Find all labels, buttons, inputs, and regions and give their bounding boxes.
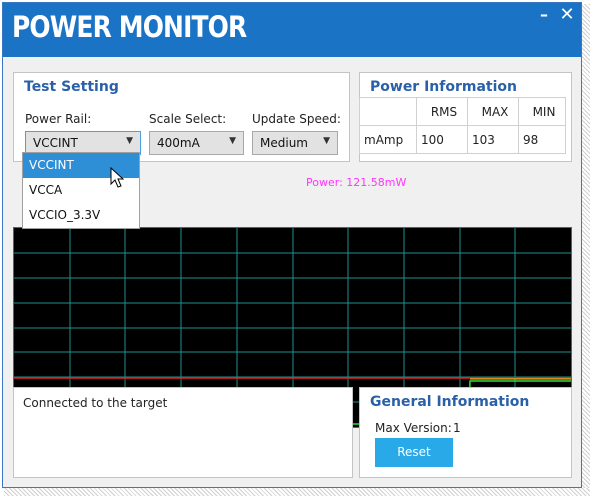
- scale-select-value: 400mA: [157, 136, 200, 150]
- table-cell-rms: 100: [416, 125, 468, 154]
- table-header-cell: [359, 97, 417, 126]
- window-shadow-bottom: [4, 488, 590, 496]
- cursor-arrow-icon: [110, 167, 125, 188]
- window-shadow-right: [582, 4, 590, 490]
- close-button[interactable]: ✕: [557, 5, 577, 25]
- power-rail-dropdown-list: VCCINT VCCA VCCIO_3.3V: [22, 152, 140, 229]
- table-header-row: RMS MAX MIN: [359, 97, 566, 126]
- power-info-table: RMS MAX MIN mAmp 100 103 98: [359, 97, 566, 154]
- chevron-down-icon: ▼: [323, 136, 330, 146]
- table-header-cell: MIN: [518, 97, 566, 126]
- table-cell-unit: mAmp: [359, 125, 417, 154]
- power-readout: Power: 121.58mW: [306, 176, 407, 189]
- test-setting-title: Test Setting: [24, 79, 119, 95]
- chevron-down-icon: ▼: [126, 136, 133, 146]
- max-version-label: Max Version:: [375, 421, 452, 435]
- max-version-value: 1: [453, 421, 461, 435]
- scale-select-label: Scale Select:: [149, 112, 227, 126]
- power-rail-value: VCCINT: [33, 136, 78, 150]
- reset-button[interactable]: Reset: [375, 438, 453, 467]
- general-information-panel: General Information Max Version: 1 Reset: [359, 387, 572, 478]
- power-information-title: Power Information: [370, 79, 517, 95]
- minimize-button[interactable]: –: [534, 5, 554, 25]
- voltage-readout: Voltage: 1200.00mV: [165, 176, 278, 189]
- table-cell-max: 103: [467, 125, 519, 154]
- table-cell-min: 98: [518, 125, 566, 154]
- scale-select[interactable]: 400mA ▼: [149, 131, 244, 155]
- update-speed-value: Medium: [260, 136, 308, 150]
- table-row: mAmp 100 103 98: [359, 125, 566, 154]
- power-rail-label: Power Rail:: [25, 112, 92, 126]
- app-window: POWER MONITOR – ✕ Test Setting Power Rai…: [2, 2, 582, 488]
- table-header-cell: MAX: [467, 97, 519, 126]
- status-message: Connected to the target: [23, 396, 168, 410]
- title-bar: POWER MONITOR – ✕: [3, 3, 581, 57]
- dropdown-option-vccio[interactable]: VCCIO_3.3V: [23, 203, 139, 228]
- update-speed-label: Update Speed:: [252, 112, 341, 126]
- update-speed-select[interactable]: Medium ▼: [252, 131, 338, 155]
- general-information-title: General Information: [370, 394, 530, 410]
- table-header-cell: RMS: [416, 97, 468, 126]
- app-title: POWER MONITOR: [12, 10, 247, 44]
- status-panel: Connected to the target: [13, 387, 353, 478]
- chevron-down-icon: ▼: [229, 136, 236, 146]
